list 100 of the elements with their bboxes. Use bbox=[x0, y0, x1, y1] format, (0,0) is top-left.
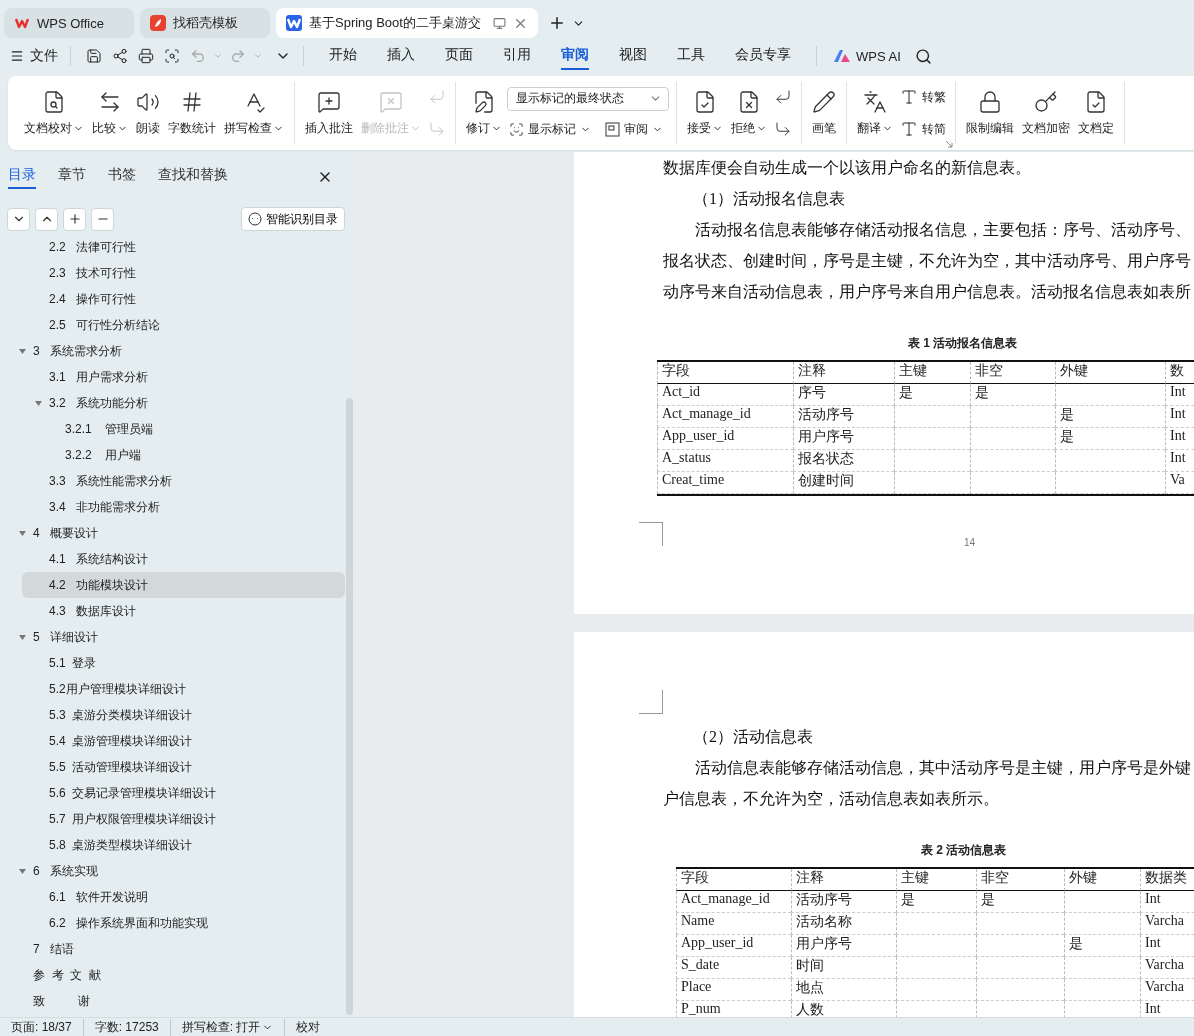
ribbon-button[interactable]: 文档校对 bbox=[21, 87, 87, 139]
outline-item[interactable]: 5.8 桌游类型模块详细设计 bbox=[22, 832, 345, 858]
file-menu[interactable]: 文件 bbox=[10, 47, 58, 65]
outline-item[interactable]: 参 考 文 献 bbox=[22, 962, 345, 988]
ribbon-button[interactable]: 文档定 bbox=[1075, 87, 1117, 139]
printer-icon[interactable] bbox=[138, 48, 154, 64]
table-cell: App_user_id bbox=[676, 935, 791, 957]
save-icon[interactable] bbox=[86, 48, 102, 64]
outline-item[interactable]: 5.4 桌游管理模块详细设计 bbox=[22, 728, 345, 754]
window-tab[interactable]: WPS Office bbox=[4, 8, 134, 38]
sidebar-tab[interactable]: 目录 bbox=[8, 165, 36, 189]
window-tab[interactable]: 基于Spring Boot的二手桌游交 bbox=[276, 8, 538, 38]
ribbon-button[interactable]: 翻译 bbox=[854, 87, 896, 139]
window-tab[interactable]: 找稻壳模板 bbox=[140, 8, 270, 38]
outline-item[interactable]: 2.5 可行性分析结论 bbox=[22, 312, 345, 338]
ribbon-button[interactable]: 字数统计 bbox=[165, 87, 219, 139]
ribbon-button[interactable]: 画笔 bbox=[809, 87, 839, 139]
search-icon[interactable] bbox=[914, 47, 932, 65]
outline-item[interactable]: 3.2 系统功能分析 bbox=[22, 390, 345, 416]
table-header-cell: 字段 bbox=[657, 362, 793, 384]
status-item: 校对 bbox=[295, 1018, 322, 1036]
ribbon-tab[interactable]: 会员专享 bbox=[735, 42, 791, 70]
sidebar-tab[interactable]: 书签 bbox=[108, 165, 136, 189]
outline-item[interactable]: 3.2.1 管理员端 bbox=[22, 416, 345, 442]
outline-item[interactable]: 4.1 系统结构设计 bbox=[22, 546, 345, 572]
ribbon-tab[interactable]: 引用 bbox=[503, 42, 531, 70]
outline-item[interactable]: 2.2 法律可行性 bbox=[22, 239, 345, 260]
expand-button[interactable] bbox=[7, 207, 30, 231]
arrow-left-icon bbox=[774, 88, 792, 106]
expanded-triangle-icon[interactable] bbox=[18, 528, 27, 538]
expand-corner-icon[interactable] bbox=[945, 140, 953, 148]
ai-button[interactable]: WPS AI bbox=[833, 48, 901, 64]
table-cell: A_status bbox=[657, 450, 793, 472]
outline-item[interactable]: 2.4 操作可行性 bbox=[22, 286, 345, 312]
ribbon-button[interactable]: 修订 bbox=[463, 87, 505, 139]
ribbon-button[interactable]: 拒绝 bbox=[728, 87, 770, 139]
outline-item[interactable]: 5.2用户管理模块详细设计 bbox=[22, 676, 345, 702]
outline-item[interactable]: 4.2 功能模块设计 bbox=[22, 572, 345, 598]
sidebar-tab[interactable]: 查找和替换 bbox=[158, 165, 228, 189]
ribbon-tab[interactable]: 审阅 bbox=[561, 42, 589, 70]
ribbon-button[interactable]: 审阅 bbox=[603, 118, 665, 140]
ribbon-button[interactable]: 接受 bbox=[684, 87, 726, 139]
ribbon-button[interactable]: 拼写检查 bbox=[221, 87, 287, 139]
outline-item[interactable]: 3.3 系统性能需求分析 bbox=[22, 468, 345, 494]
new-tab-icon[interactable] bbox=[548, 14, 566, 32]
expanded-triangle-icon[interactable] bbox=[34, 398, 43, 408]
markup-select[interactable]: 显示标记的最终状态 bbox=[507, 86, 669, 111]
outline-item[interactable]: 5.6 交易记录管理模块详细设计 bbox=[22, 780, 345, 806]
collapse-button[interactable] bbox=[35, 207, 58, 231]
expanded-triangle-icon[interactable] bbox=[18, 632, 27, 642]
status-item[interactable]: 拼写检查: 打开 bbox=[170, 1018, 286, 1036]
outline-item[interactable]: 致 谢 bbox=[22, 988, 345, 1014]
outline-item[interactable]: 5.5 活动管理模块详细设计 bbox=[22, 754, 345, 780]
ribbon-button[interactable]: 转简 bbox=[898, 118, 948, 140]
ribbon-button[interactable]: 文档加密 bbox=[1019, 87, 1073, 139]
ribbon-tab[interactable]: 开始 bbox=[329, 42, 357, 70]
share-icon[interactable] bbox=[112, 48, 128, 64]
outline-item[interactable]: 5 详细设计 bbox=[22, 624, 345, 650]
outline-item[interactable]: 3.4 非功能需求分析 bbox=[22, 494, 345, 520]
ribbon-button[interactable]: 转繁 bbox=[898, 86, 948, 108]
ribbon-tab[interactable]: 视图 bbox=[619, 42, 647, 70]
outline-item[interactable]: 5.1 登录 bbox=[22, 650, 345, 676]
table-header-cell: 非空 bbox=[976, 869, 1064, 891]
sidebar-tab[interactable]: 章节 bbox=[58, 165, 86, 189]
ribbon-button[interactable]: 插入批注 bbox=[302, 87, 356, 139]
expanded-triangle-icon[interactable] bbox=[18, 866, 27, 876]
ribbon-button[interactable]: 限制编辑 bbox=[963, 87, 1017, 139]
outline-item[interactable]: 3.2.2 用户端 bbox=[22, 442, 345, 468]
expanded-triangle-icon[interactable] bbox=[18, 346, 27, 356]
monitor-icon[interactable] bbox=[493, 16, 506, 30]
scrollbar-thumb[interactable] bbox=[346, 398, 353, 1015]
lock-icon bbox=[978, 89, 1002, 114]
status-item: 字数: 17253 bbox=[83, 1018, 171, 1036]
key-icon bbox=[1034, 89, 1058, 114]
outline-item[interactable]: 5.3 桌游分类模块详细设计 bbox=[22, 702, 345, 728]
plus-icon bbox=[67, 212, 82, 226]
ribbon-tab[interactable]: 工具 bbox=[677, 42, 705, 70]
ribbon-tab[interactable]: 页面 bbox=[445, 42, 473, 70]
outline-item[interactable]: 6 系统实现 bbox=[22, 858, 345, 884]
ribbon-button[interactable]: 比较 bbox=[89, 87, 131, 139]
table-header-cell: 主键 bbox=[894, 362, 970, 384]
smart-toc-button[interactable]: 智能识别目录 bbox=[241, 207, 345, 231]
outline-item[interactable]: 4.3 数据库设计 bbox=[22, 598, 345, 624]
outline-item[interactable]: 6.2 操作系统界面和功能实现 bbox=[22, 910, 345, 936]
outline-item[interactable]: 6.1 软件开发说明 bbox=[22, 884, 345, 910]
outline-item[interactable]: 7 结语 bbox=[22, 936, 345, 962]
remove-button[interactable] bbox=[91, 207, 114, 231]
ribbon-button[interactable]: 显示标记 bbox=[507, 118, 593, 140]
table-cell: Int bbox=[1165, 450, 1194, 472]
outline-item[interactable]: 2.3 技术可行性 bbox=[22, 260, 345, 286]
outline-item[interactable]: 3 系统需求分析 bbox=[22, 338, 345, 364]
outline-item[interactable]: 5.7 用户权限管理模块详细设计 bbox=[22, 806, 345, 832]
table-cell: 序号 bbox=[793, 384, 894, 406]
outline-item[interactable]: 3.1 用户需求分析 bbox=[22, 364, 345, 390]
ribbon-tab[interactable]: 插入 bbox=[387, 42, 415, 70]
ribbon-button[interactable]: 朗读 bbox=[133, 87, 163, 139]
print-preview-icon[interactable] bbox=[164, 48, 180, 64]
add-button[interactable] bbox=[63, 207, 86, 231]
outline-item[interactable]: 4 概要设计 bbox=[22, 520, 345, 546]
menu-icon bbox=[10, 49, 24, 63]
